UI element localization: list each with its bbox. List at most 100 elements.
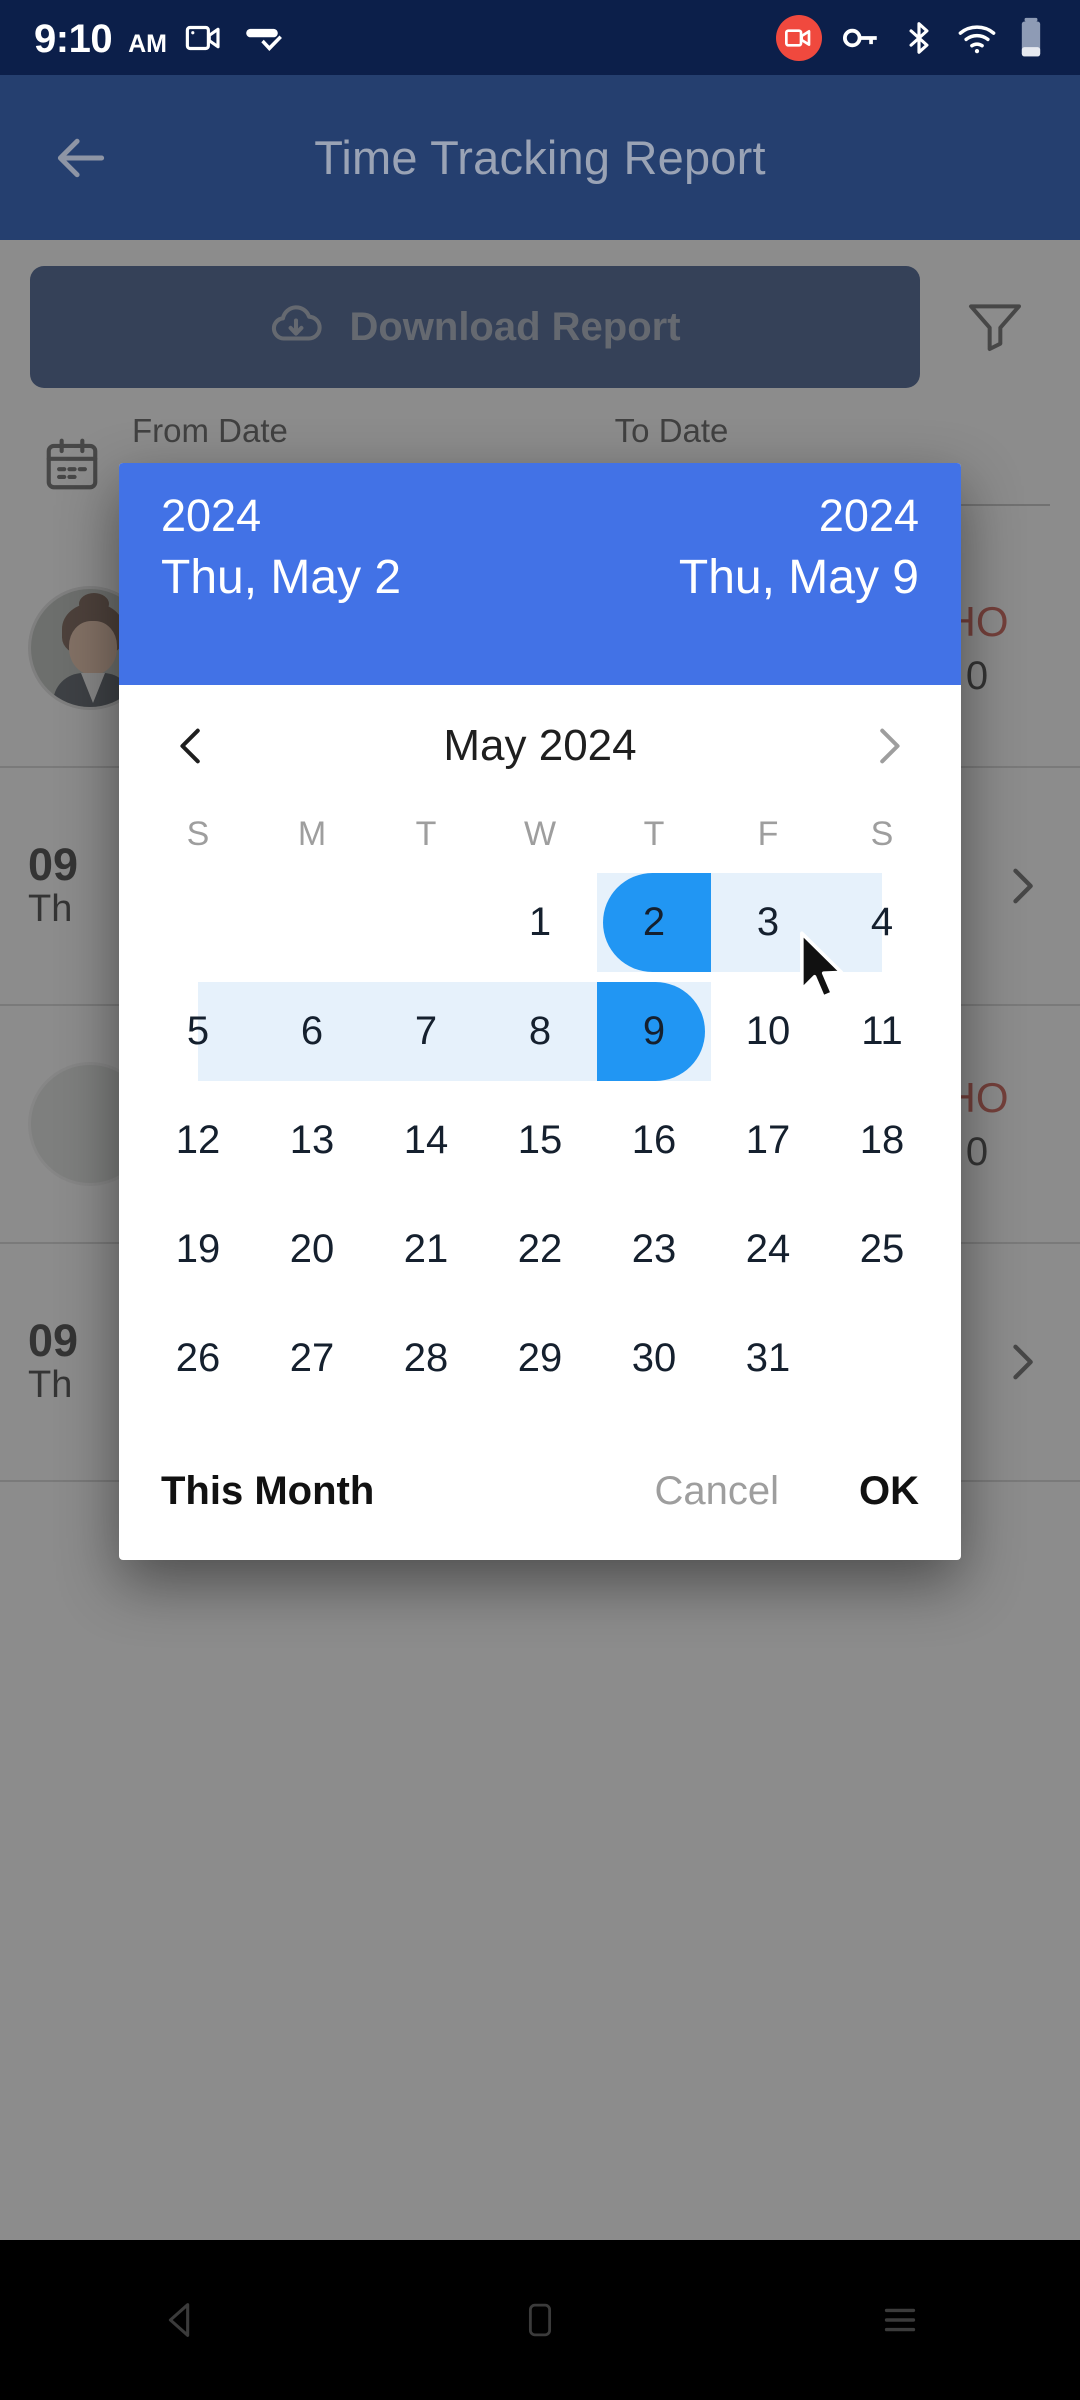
cancel-button[interactable]: Cancel	[654, 1469, 779, 1514]
calendar-day-label: 24	[745, 1227, 791, 1271]
battery-icon	[1016, 16, 1046, 60]
chevron-right-icon[interactable]	[857, 715, 919, 777]
page-title: Time Tracking Report	[314, 131, 766, 184]
calendar-day-label: 9	[642, 1009, 666, 1053]
calendar-week-row: 19 20 21 22 23 24 25	[141, 1195, 939, 1304]
calendar-day-label: 4	[870, 900, 894, 944]
this-month-button[interactable]: This Month	[161, 1469, 374, 1514]
calendar-day-15[interactable]: 15	[483, 1086, 597, 1195]
clock-time: 9:10	[34, 16, 113, 61]
calendar-day-1[interactable]: 1	[483, 868, 597, 977]
calendar-day-22[interactable]: 22	[483, 1195, 597, 1304]
nav-home-icon[interactable]	[480, 2270, 600, 2370]
calendar-day-label: 3	[756, 900, 780, 944]
calendar-day-label: 25	[859, 1227, 905, 1271]
calendar-day-label: 23	[631, 1227, 677, 1271]
calendar-day-label: 22	[517, 1227, 563, 1271]
calendar-day-13[interactable]: 13	[255, 1086, 369, 1195]
calendar-week-row: 12 13 14 15 16 17 18	[141, 1086, 939, 1195]
calendar-day-19[interactable]: 19	[141, 1195, 255, 1304]
calendar-day-6[interactable]: 6	[255, 977, 369, 1086]
calendar-day-23[interactable]: 23	[597, 1195, 711, 1304]
calendar-day-label: 31	[745, 1336, 791, 1380]
weekday-label: S	[870, 815, 894, 853]
back-button[interactable]	[48, 125, 114, 191]
weekday-label: W	[523, 815, 557, 853]
weekday-label: T	[415, 815, 437, 853]
weekday-header-row: SMTWTFS	[119, 795, 961, 868]
status-bar: 9:10 AM	[0, 0, 1080, 75]
calendar-day-label: 10	[745, 1009, 791, 1053]
vpn-key-check-icon	[241, 17, 283, 59]
nav-recents-icon[interactable]	[840, 2270, 960, 2370]
mouse-cursor	[795, 930, 853, 1007]
chevron-left-icon[interactable]	[161, 715, 223, 777]
weekday-label: F	[757, 815, 779, 853]
calendar-day-14[interactable]: 14	[369, 1086, 483, 1195]
calendar-day-17[interactable]: 17	[711, 1086, 825, 1195]
from-date-text: Thu, May 2	[161, 551, 402, 605]
key-icon	[840, 17, 882, 59]
video-camera-icon	[183, 17, 225, 59]
clock-ampm: AM	[128, 29, 167, 58]
calendar-day-25[interactable]: 25	[825, 1195, 939, 1304]
calendar-day-label: 1	[528, 900, 552, 944]
calendar-cell-empty	[825, 1304, 939, 1413]
to-date-text: Thu, May 9	[678, 551, 919, 605]
calendar-day-31[interactable]: 31	[711, 1304, 825, 1413]
bluetooth-icon	[900, 19, 938, 57]
calendar-day-30[interactable]: 30	[597, 1304, 711, 1413]
calendar-day-label: 16	[631, 1118, 677, 1162]
calendar-day-21[interactable]: 21	[369, 1195, 483, 1304]
calendar-day-label: 19	[175, 1227, 221, 1271]
calendar-cell-empty	[141, 868, 255, 977]
calendar-day-label: 11	[861, 1009, 903, 1053]
to-date-display[interactable]: 2024 Thu, May 9	[678, 490, 919, 649]
calendar-day-label: 2	[642, 900, 666, 944]
ok-button[interactable]: OK	[859, 1469, 919, 1514]
screen-record-icon	[776, 14, 822, 61]
calendar-day-label: 8	[528, 1009, 552, 1053]
calendar-day-label: 20	[289, 1227, 335, 1271]
calendar-day-12[interactable]: 12	[141, 1086, 255, 1195]
calendar-week-row: 26 27 28 29 30 31	[141, 1304, 939, 1413]
calendar-day-8[interactable]: 8	[483, 977, 597, 1086]
calendar-day-label: 29	[517, 1336, 563, 1380]
calendar-day-7[interactable]: 7	[369, 977, 483, 1086]
calendar-day-label: 5	[186, 1009, 210, 1053]
calendar-day-2[interactable]: 2	[597, 868, 711, 977]
calendar-day-label: 26	[175, 1336, 221, 1380]
calendar-day-18[interactable]: 18	[825, 1086, 939, 1195]
date-range-picker-dialog: 2024 Thu, May 2 2024 Thu, May 9 May 2024…	[119, 463, 961, 1560]
calendar-day-label: 15	[517, 1118, 563, 1162]
calendar-day-label: 18	[859, 1118, 905, 1162]
calendar-day-26[interactable]: 26	[141, 1304, 255, 1413]
calendar-day-label: 6	[300, 1009, 324, 1053]
calendar-day-label: 7	[414, 1009, 438, 1053]
dialog-header: 2024 Thu, May 2 2024 Thu, May 9	[119, 463, 961, 685]
calendar-cell-empty	[255, 868, 369, 977]
calendar-day-label: 28	[403, 1336, 449, 1380]
calendar-cell-empty	[369, 868, 483, 977]
from-year: 2024	[161, 490, 262, 541]
calendar-day-20[interactable]: 20	[255, 1195, 369, 1304]
nav-back-icon[interactable]	[120, 2270, 240, 2370]
from-date-display[interactable]: 2024 Thu, May 2	[161, 490, 402, 649]
calendar-day-label: 12	[175, 1118, 221, 1162]
calendar-day-16[interactable]: 16	[597, 1086, 711, 1195]
calendar-day-label: 27	[289, 1336, 335, 1380]
calendar-day-29[interactable]: 29	[483, 1304, 597, 1413]
calendar-day-label: 21	[403, 1227, 449, 1271]
calendar-day-label: 14	[403, 1118, 449, 1162]
calendar-day-5[interactable]: 5	[141, 977, 255, 1086]
app-bar: Time Tracking Report	[0, 75, 1080, 240]
weekday-label: T	[643, 815, 665, 853]
calendar-day-9[interactable]: 9	[597, 977, 711, 1086]
to-year: 2024	[818, 490, 919, 541]
calendar-day-24[interactable]: 24	[711, 1195, 825, 1304]
calendar-day-label: 30	[631, 1336, 677, 1380]
weekday-label: S	[186, 815, 210, 853]
calendar-day-27[interactable]: 27	[255, 1304, 369, 1413]
weekday-label: M	[297, 815, 327, 853]
calendar-day-28[interactable]: 28	[369, 1304, 483, 1413]
